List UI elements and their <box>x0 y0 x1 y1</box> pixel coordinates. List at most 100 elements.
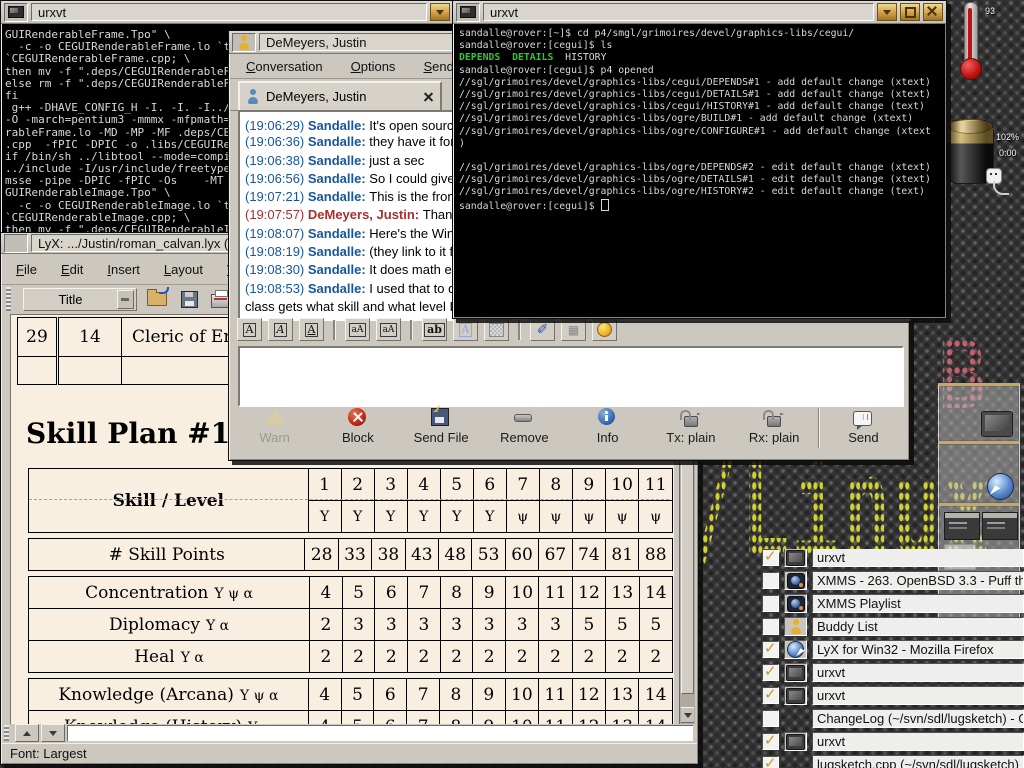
taskbar-item[interactable]: XMMS - 263. OpenBSD 3.3 - Puff the Ba <box>762 572 1024 589</box>
taskbar-item[interactable]: Buddy List <box>762 618 1024 635</box>
window-menu-button[interactable] <box>232 33 256 52</box>
browser-icon <box>787 641 804 658</box>
taskbar-item[interactable]: LyX for Win32 - Mozilla Firefox <box>762 641 1024 658</box>
window-menu-button[interactable] <box>456 3 480 22</box>
iconified-terminal-window[interactable] <box>938 383 1020 442</box>
menu-conversation[interactable]: Conversation <box>246 59 323 74</box>
scroll-down-button[interactable] <box>681 707 694 723</box>
font-larger-icon: aA <box>380 323 398 337</box>
send-button[interactable]: Send <box>822 408 905 445</box>
skill-value-cell: 12 <box>572 679 605 711</box>
terminal-icon <box>786 734 805 750</box>
titlebar[interactable]: urxvt <box>1 1 453 24</box>
italic-button[interactable]: A <box>268 318 293 341</box>
taskbar-item[interactable]: urxvt <box>762 664 1024 681</box>
skill-value-cell: 10 <box>505 679 538 711</box>
iconified-browser-window[interactable] <box>938 441 1020 504</box>
window-menu-button[interactable] <box>4 3 28 22</box>
insert-smiley-button[interactable] <box>592 318 617 341</box>
taskbar-checkbox[interactable] <box>762 641 779 658</box>
taskbar-checkbox[interactable] <box>762 687 779 704</box>
maximize-button[interactable] <box>900 3 920 21</box>
taskbar-item[interactable]: ChangeLog (~/svn/sdl/lugsketch) - GVI <box>762 710 1024 727</box>
skill-value-cell: 6 <box>374 679 407 711</box>
thermometer-bulb-icon <box>960 58 982 80</box>
skill-value-cell: 2 <box>408 641 441 673</box>
taskbar-checkbox[interactable] <box>762 733 779 750</box>
send-icon <box>853 408 873 427</box>
bold-button[interactable]: A <box>237 318 262 341</box>
toolbar-grip[interactable] <box>4 725 9 741</box>
menu-edit[interactable]: Edit <box>61 262 83 277</box>
taskbar-item[interactable]: urxvt <box>762 733 1024 750</box>
scroll-up-button[interactable] <box>15 724 39 742</box>
taskbar-checkbox[interactable] <box>762 572 779 589</box>
skill-value-cell: 11 <box>539 679 572 711</box>
minimize-button[interactable] <box>430 3 450 21</box>
points-value-cell: 33 <box>338 539 371 571</box>
warn-icon <box>265 408 285 427</box>
skill-value-cell: 10 <box>506 577 539 609</box>
taskbar-checkbox[interactable] <box>762 549 779 566</box>
close-tab-icon[interactable] <box>423 91 434 102</box>
menu-layout[interactable]: Layout <box>164 262 203 277</box>
taskbar-iconbox <box>784 617 807 636</box>
send-file-button[interactable]: Send File <box>400 408 483 445</box>
buddy-icon <box>789 619 803 634</box>
warn-button[interactable]: Warn <box>233 408 316 445</box>
table-cell-empty <box>58 357 122 385</box>
combo-dropdown-icon[interactable] <box>117 290 134 309</box>
insert-link-button[interactable]: ✐ <box>530 318 555 341</box>
taskbar-checkbox[interactable] <box>762 664 779 681</box>
font-color-button[interactable]: A <box>453 318 478 341</box>
message-sender: Sandalle: <box>308 118 369 133</box>
points-label-cell: # Skill Points <box>29 539 305 571</box>
taskbar-item-label: XMMS Playlist <box>817 596 901 611</box>
terminal-output[interactable]: sandalle@rover:[~]$ cd p4/smgl/grimoires… <box>454 24 945 317</box>
message-timestamp: (19:06:36) <box>245 134 308 149</box>
toolbar-grip[interactable] <box>6 287 11 311</box>
conversation-tab[interactable]: DeMeyers, Justin <box>238 81 442 110</box>
taskbar-item[interactable]: urxvt <box>762 687 1024 704</box>
table-cell-empty <box>18 357 58 385</box>
background-color-icon <box>489 323 504 337</box>
taskbar-item[interactable]: XMMS Playlist <box>762 595 1024 612</box>
taskbar-checkbox[interactable] <box>762 710 779 727</box>
block-button[interactable]: Block <box>316 408 399 445</box>
skill-value-cell: 8 <box>440 711 473 725</box>
font-face-button[interactable]: ab <box>422 318 447 341</box>
remove-button[interactable]: Remove <box>483 408 566 445</box>
level-cell: 3 <box>374 469 407 501</box>
tx-plain-button[interactable]: Tx: plain <box>649 408 732 445</box>
taskbar-item[interactable]: lugsketch.cpp (~/svn/sdl/lugsketch) - ( <box>762 756 1024 768</box>
level-cell: 11 <box>639 469 673 501</box>
info-button[interactable]: Info <box>566 408 649 445</box>
taskbar-checkbox[interactable] <box>762 595 779 612</box>
taskbar-checkbox[interactable] <box>762 618 779 635</box>
skill-value-cell: 3 <box>539 609 572 641</box>
level-cell: 6 <box>473 469 506 501</box>
scroll-down-button[interactable] <box>41 724 65 742</box>
menu-insert[interactable]: Insert <box>107 262 140 277</box>
open-document-button[interactable] <box>145 288 169 310</box>
save-document-button[interactable] <box>177 288 201 310</box>
taskbar-checkbox[interactable] <box>762 756 779 768</box>
menu-file[interactable]: File <box>16 262 37 277</box>
skill-value-cell: 2 <box>310 609 343 641</box>
skill-value-cell: 5 <box>639 609 672 641</box>
menu-options[interactable]: Options <box>351 59 396 74</box>
points-value-cell: 38 <box>372 539 405 571</box>
underline-button[interactable]: A <box>299 318 324 341</box>
skill-value-cell: 5 <box>341 711 374 725</box>
rx-plain-button[interactable]: Rx: plain <box>733 408 816 445</box>
paragraph-style-select[interactable]: Title <box>23 288 137 311</box>
window-menu-button[interactable] <box>4 234 28 253</box>
titlebar[interactable]: urxvt <box>453 1 946 24</box>
minibuffer-input[interactable] <box>67 725 693 741</box>
level-symbol-cell: Υ <box>374 501 407 533</box>
message-input[interactable] <box>238 346 904 407</box>
taskbar-item[interactable]: urxvt <box>762 549 1024 566</box>
close-button[interactable] <box>923 3 943 21</box>
minimize-button[interactable] <box>877 3 897 21</box>
level-cell: 4 <box>407 469 440 501</box>
